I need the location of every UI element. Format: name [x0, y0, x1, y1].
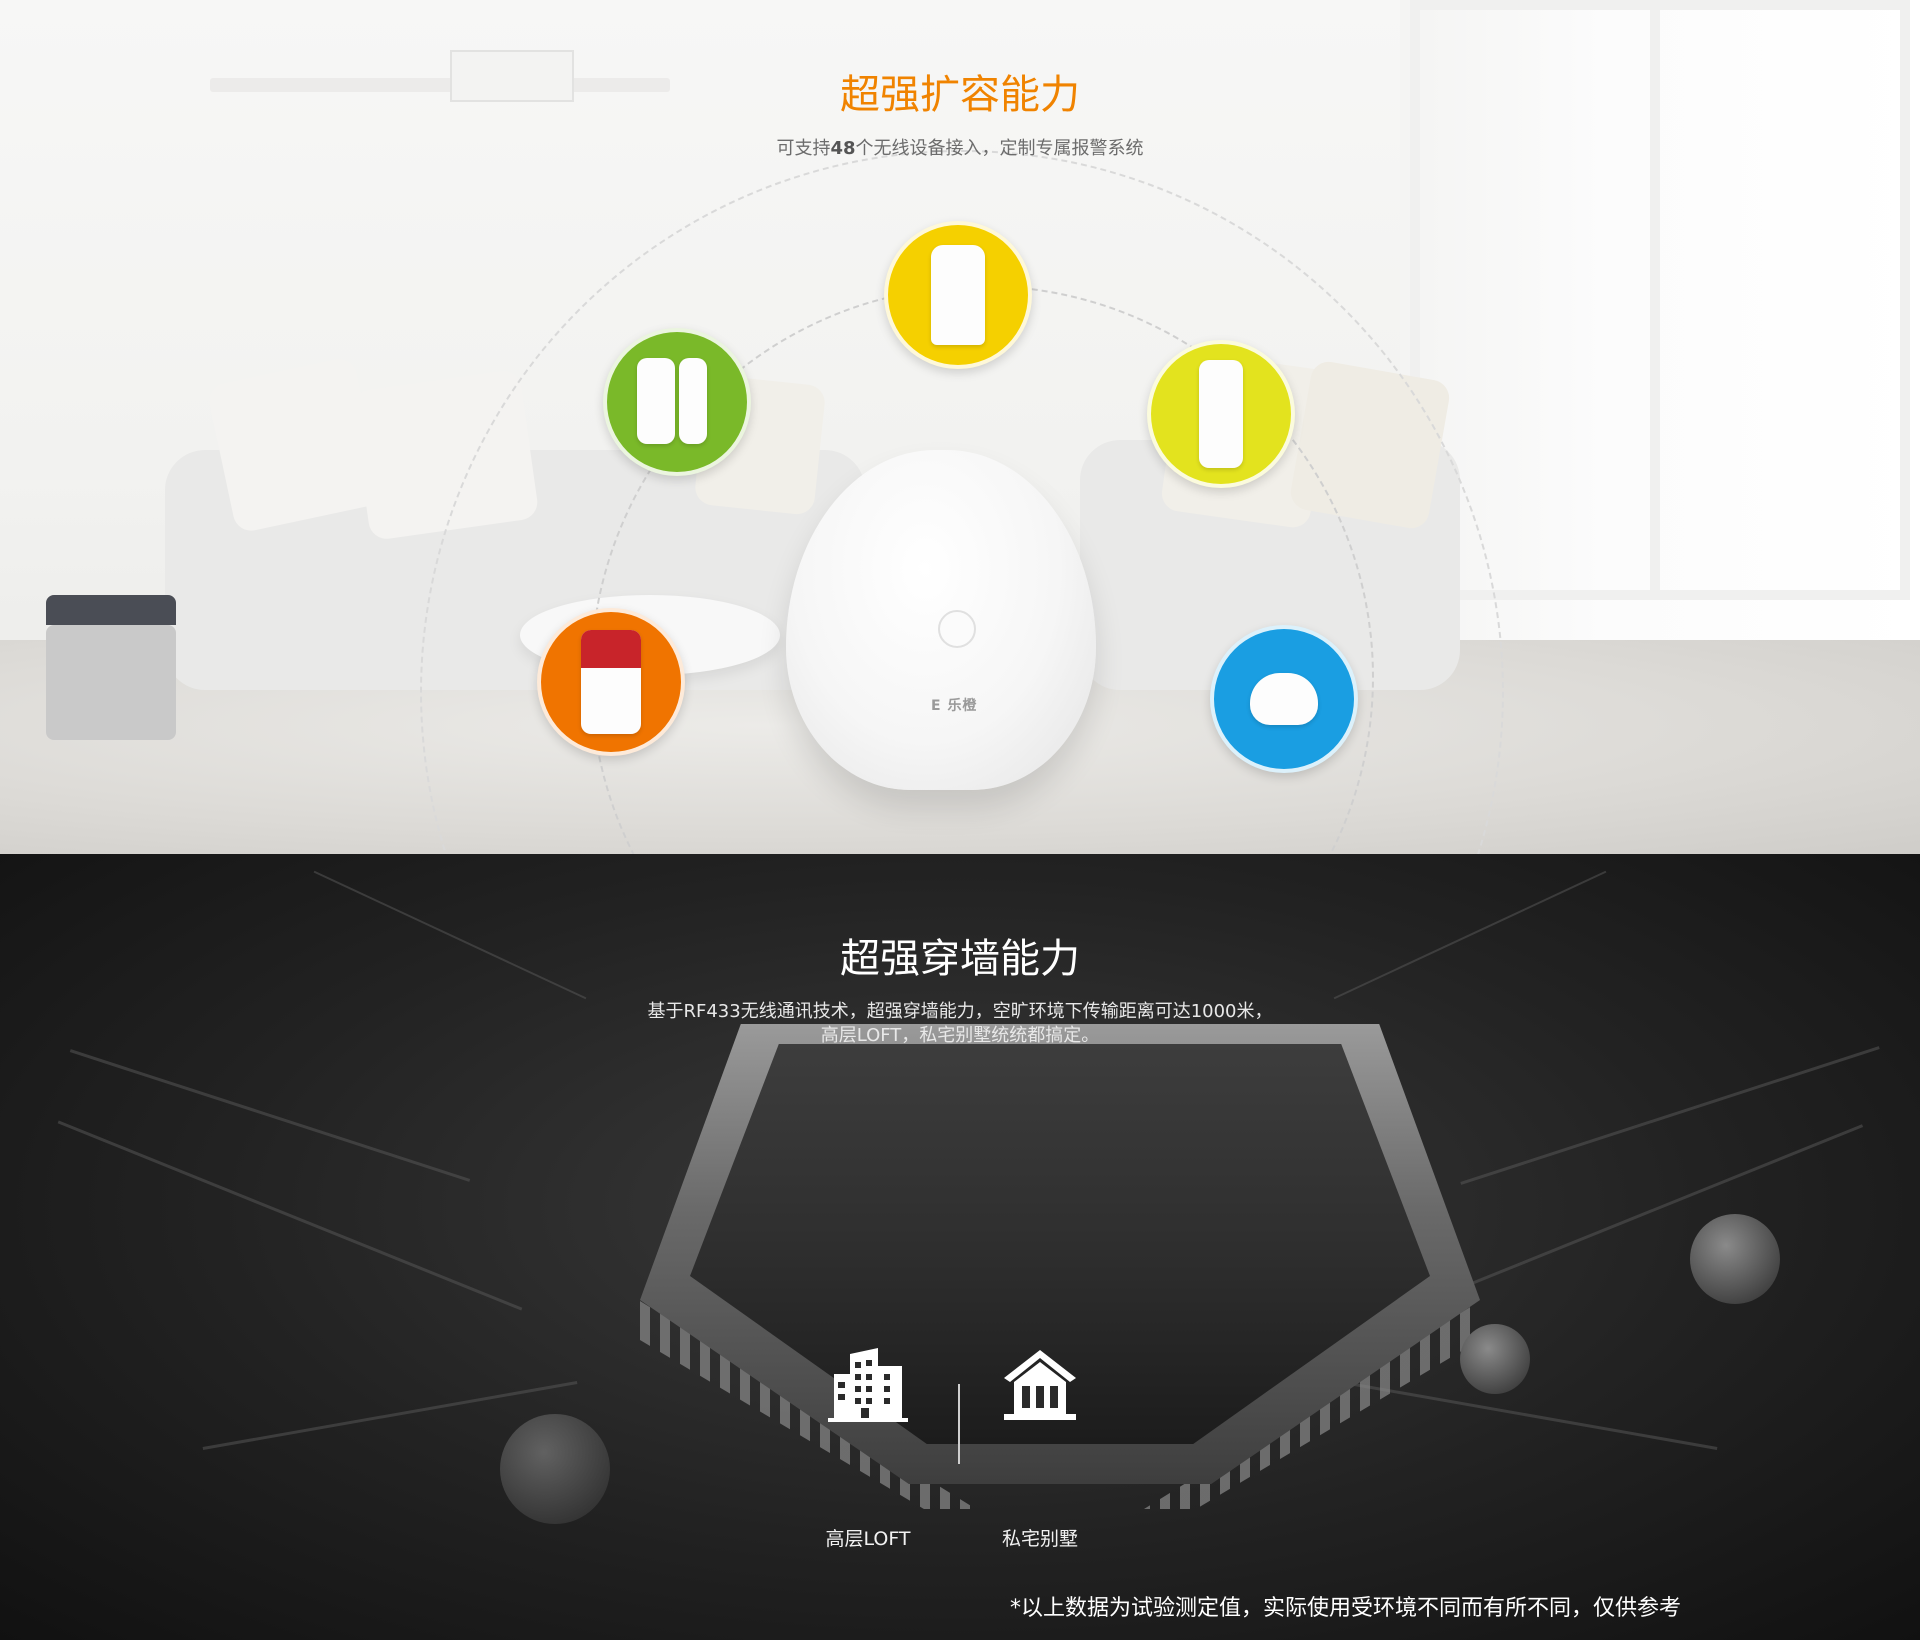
hub-button — [938, 610, 976, 648]
pir-motion-detector-icon — [884, 221, 1032, 369]
capacity-title: 超强扩容能力 — [840, 72, 1080, 118]
device-count: 48 — [830, 138, 856, 159]
capacity-subtitle: 可支持48个无线设备接入，定制专属报警系统 — [776, 138, 1144, 159]
loft-label: 高层LOFT — [825, 1528, 911, 1550]
capacitor — [1690, 1214, 1780, 1304]
house-icon — [990, 1344, 1090, 1428]
capacitor — [500, 1414, 610, 1524]
capacity-section: E 乐橙 超强扩容能力 可支持48个无线设备接入，定制专属报警系统 — [0, 0, 1920, 854]
icon-divider — [958, 1384, 960, 1464]
capacitor — [1460, 1324, 1530, 1394]
penetration-section: 超强穿墙能力 基于RF433无线通讯技术，超强穿墙能力，空旷环境下传输距离可达1… — [0, 854, 1920, 1640]
penetration-description: 基于RF433无线通讯技术，超强穿墙能力，空旷环境下传输距离可达1000米， 高… — [647, 1001, 1273, 1046]
basket — [46, 625, 176, 740]
villa-label: 私宅别墅 — [1001, 1528, 1078, 1550]
disclaimer-footnote: *以上数据为试验测定值，实际使用受环境不同而有所不同，仅供参考 — [1010, 1596, 1682, 1621]
hub-logo: E 乐橙 — [931, 698, 978, 714]
door-sensor-icon — [603, 328, 751, 476]
basket-lid — [46, 595, 176, 625]
sos-button-icon — [1210, 625, 1358, 773]
building-icon — [818, 1344, 918, 1428]
curtain-detector-icon — [1147, 340, 1295, 488]
penetration-title: 超强穿墙能力 — [840, 936, 1080, 982]
siren-icon — [537, 608, 685, 756]
